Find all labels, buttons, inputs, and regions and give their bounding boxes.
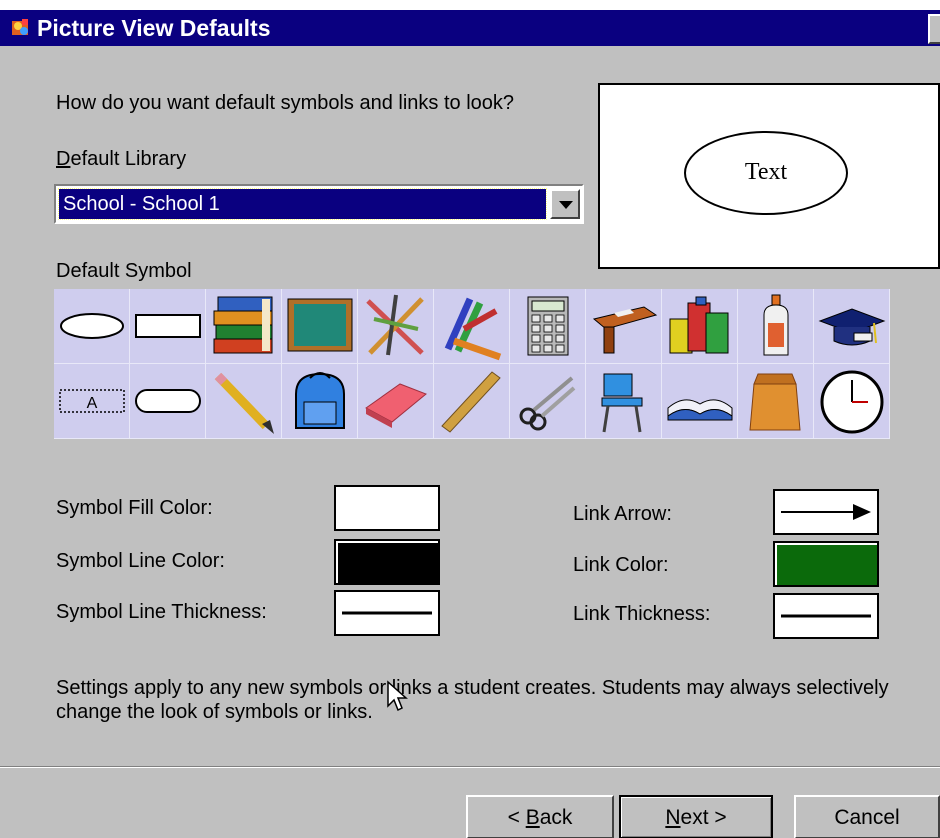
next-button[interactable]: Next > xyxy=(619,795,773,838)
symbol-paint-jars[interactable] xyxy=(662,289,738,364)
rounded-rectangle-icon xyxy=(135,389,201,413)
next-rest: ext > xyxy=(680,806,727,829)
pencil-icon xyxy=(214,372,274,434)
symbol-line-color-label: Symbol Line Color: xyxy=(56,550,225,572)
app-icon xyxy=(12,19,28,35)
symbol-chalkboard[interactable] xyxy=(282,289,358,364)
books-icon xyxy=(213,296,273,354)
symbol-art-supplies[interactable] xyxy=(358,289,434,364)
close-button[interactable] xyxy=(928,14,940,44)
next-accel: N xyxy=(665,806,681,829)
student-chair-icon xyxy=(601,373,643,433)
symbol-rectangle[interactable] xyxy=(130,289,206,364)
symbol-ellipse[interactable] xyxy=(54,289,130,364)
default-library-value: School - School 1 xyxy=(58,188,547,220)
line-thickness-icon xyxy=(342,611,432,615)
symbol-fill-color-swatch[interactable] xyxy=(334,485,440,531)
paper-bag-icon xyxy=(749,373,801,431)
link-arrow-swatch[interactable] xyxy=(773,489,879,535)
symbol-scissors[interactable] xyxy=(510,364,586,439)
window-title: Picture View Defaults xyxy=(37,15,271,41)
link-thickness-swatch[interactable] xyxy=(773,593,879,639)
clock-icon xyxy=(820,370,884,434)
back-accel: B xyxy=(525,806,540,829)
dialog-window: Picture View Defaults How do you want de… xyxy=(0,0,940,838)
symbol-text-box[interactable]: A xyxy=(54,364,130,439)
mouse-cursor-icon xyxy=(387,680,408,712)
symbol-line-thickness-label: Symbol Line Thickness: xyxy=(56,601,267,623)
symbol-line-color-swatch[interactable] xyxy=(334,539,440,585)
back-rest: ack xyxy=(539,806,573,829)
chalkboard-icon xyxy=(287,298,353,352)
default-library-label-rest: efault Library xyxy=(70,148,187,170)
desk-icon xyxy=(592,306,658,354)
graduation-cap-icon xyxy=(818,308,886,346)
symbol-pencil[interactable] xyxy=(206,364,282,439)
symbol-grid: A xyxy=(54,289,890,439)
default-symbol-label: Default Symbol xyxy=(56,260,192,282)
symbol-paper-bag[interactable] xyxy=(738,364,814,439)
symbol-clock[interactable] xyxy=(814,364,890,439)
link-thickness-icon xyxy=(781,614,871,618)
symbol-books[interactable] xyxy=(206,289,282,364)
footer-divider xyxy=(0,766,940,768)
symbol-rounded-rectangle[interactable] xyxy=(130,364,206,439)
preview-ellipse: Text xyxy=(684,131,848,215)
back-prefix: < xyxy=(507,806,526,829)
backpack-icon xyxy=(295,372,345,429)
paint-jars-icon xyxy=(669,296,729,354)
text-box-icon: A xyxy=(59,389,125,413)
link-color-label: Link Color: xyxy=(573,554,669,576)
settings-note: Settings apply to any new symbols or lin… xyxy=(56,677,889,723)
link-thickness-label: Link Thickness: xyxy=(573,603,711,625)
open-book-icon xyxy=(667,399,733,421)
symbol-ruler[interactable] xyxy=(434,364,510,439)
symbol-line-thickness-swatch[interactable] xyxy=(334,590,440,636)
cancel-button[interactable]: Cancel xyxy=(794,795,940,838)
back-button[interactable]: < Back xyxy=(466,795,614,838)
prompt-text: How do you want default symbols and link… xyxy=(56,92,515,114)
symbol-backpack[interactable] xyxy=(282,364,358,439)
symbol-open-book[interactable] xyxy=(662,364,738,439)
link-arrow-label: Link Arrow: xyxy=(573,503,672,525)
preview-text: Text xyxy=(744,159,788,185)
symbol-desk[interactable] xyxy=(586,289,662,364)
symbol-glue[interactable] xyxy=(738,289,814,364)
crayons-icon xyxy=(444,297,502,361)
default-library-select[interactable]: School - School 1 xyxy=(54,184,584,224)
symbol-preview: Text xyxy=(598,83,940,269)
link-color-swatch[interactable] xyxy=(773,541,879,587)
symbol-fill-color-label: Symbol Fill Color: xyxy=(56,497,213,519)
calculator-icon xyxy=(527,296,569,356)
eraser-icon xyxy=(365,383,427,428)
symbol-student-chair[interactable] xyxy=(586,364,662,439)
chevron-down-icon[interactable] xyxy=(550,189,580,219)
text-box-letter: A xyxy=(87,395,98,412)
default-library-accel: D xyxy=(56,148,71,170)
glue-icon xyxy=(763,294,789,356)
top-strip xyxy=(0,0,940,10)
ruler-icon xyxy=(441,371,501,433)
default-library-label: Default Library xyxy=(56,148,186,171)
symbol-calculator[interactable] xyxy=(510,289,586,364)
rectangle-icon xyxy=(135,314,201,338)
title-bar: Picture View Defaults xyxy=(0,10,940,46)
scissors-icon xyxy=(519,376,576,431)
ellipse-icon xyxy=(60,313,124,339)
arrow-right-icon xyxy=(781,504,871,520)
symbol-crayons[interactable] xyxy=(434,289,510,364)
symbol-eraser[interactable] xyxy=(358,364,434,439)
symbol-graduation-cap[interactable] xyxy=(814,289,890,364)
art-supplies-icon xyxy=(366,294,424,356)
